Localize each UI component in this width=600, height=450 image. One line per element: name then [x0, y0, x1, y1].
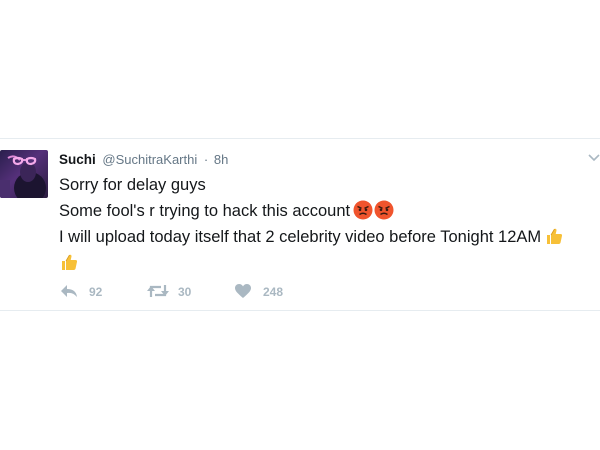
display-name[interactable]: Suchi: [59, 152, 96, 167]
angry-face-icon: [374, 200, 394, 220]
reply-count: 92: [89, 285, 103, 299]
thumbs-up-icon: [547, 228, 563, 244]
tweet-card[interactable]: Suchi @SuchitraKarthi · 8h Sorry for del…: [0, 138, 600, 311]
heart-icon: [235, 284, 251, 298]
reply-icon: [61, 285, 77, 297]
tweet-line-text: I will upload today itself that 2 celebr…: [59, 228, 542, 246]
tweet-line: Some fool's r trying to hack this accoun…: [59, 198, 595, 224]
angry-face-icon: [353, 200, 373, 220]
retweet-count: 30: [178, 285, 192, 299]
retweet-button[interactable]: 30: [146, 282, 206, 300]
avatar[interactable]: [0, 150, 48, 198]
like-count: 248: [263, 285, 284, 299]
thumbs-up-icon: [62, 254, 78, 270]
header-separator: ·: [203, 152, 209, 167]
tweet-header: Suchi @SuchitraKarthi · 8h: [59, 152, 228, 168]
retweet-icon: [147, 285, 169, 297]
tweet-line-text: Some fool's r trying to hack this accoun…: [59, 202, 351, 220]
chevron-down-icon[interactable]: [588, 154, 600, 162]
like-button[interactable]: 248: [234, 282, 294, 300]
tweet-line: Sorry for delay guys: [59, 172, 595, 198]
avatar-image: [0, 155, 46, 198]
page: Suchi @SuchitraKarthi · 8h Sorry for del…: [0, 0, 600, 450]
timestamp[interactable]: 8h: [214, 152, 228, 167]
tweet-line: I will upload today itself that 2 celebr…: [59, 224, 595, 250]
reply-button[interactable]: 92: [59, 282, 119, 300]
tweet-text: Sorry for delay guys Some fool's r tryin…: [59, 172, 595, 276]
tweet-line: [59, 250, 595, 276]
tweet-line-text: Sorry for delay guys: [59, 176, 206, 194]
user-handle[interactable]: @SuchitraKarthi: [102, 152, 197, 167]
